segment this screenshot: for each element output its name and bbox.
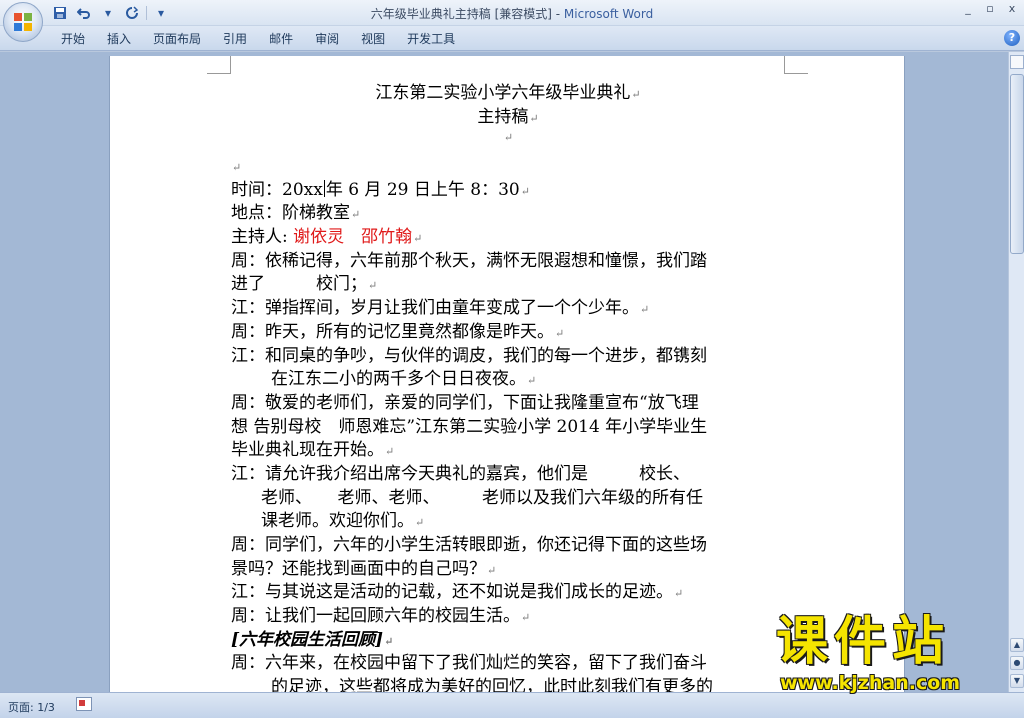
text-line: 周：同学们，六年的小学生活转眼即逝，你还记得下面的这些场 [231,535,707,555]
window-title: 六年级毕业典礼主持稿 [兼容模式] - Microsoft Word [0,5,1024,22]
document-workspace: 江东第二实验小学六年级毕业典礼↵ 主持稿↵ ↵ ↵ 时间：20xx 年 6 月 2… [0,52,1008,692]
text-line: 想 告别母校 师恩难忘”江东第二实验小学 2014 年小学毕业生 [231,416,708,437]
tab-references[interactable]: 引用 [212,31,258,49]
paragraph-mark: ↵ [503,131,514,144]
text-cursor [323,179,325,197]
tab-page-layout[interactable]: 页面布局 [142,31,212,49]
text-line: 周：依稀记得，六年前那个秋天，满怀无限遐想和憧憬，我们踏 [231,250,707,271]
crop-mark-top-left [207,56,231,74]
office-logo-icon [14,13,32,31]
place-line: 地点：阶梯教室↵ [231,203,361,224]
text-line: 老师、 老师、老师、 老师以及我们六年级的所有任 [261,487,703,508]
status-bar: 页面: 1/3 [0,692,1024,718]
text-line: 周：让我们一起回顾六年的校园生活。↵ [231,606,531,627]
tab-review[interactable]: 审阅 [304,31,350,49]
paragraph-mark: ↵ [631,88,641,101]
document-body[interactable]: ↵ 时间：20xx 年 6 月 29 日上午 8：30↵ 地点：阶梯教室↵ 主持人… [231,155,793,692]
crop-mark-top-right [784,56,808,74]
app-name: Microsoft Word [563,7,654,21]
document-title-line1: 江东第二实验小学六年级毕业典礼↵ [375,83,641,103]
office-button[interactable] [3,2,43,42]
ruler-toggle-icon[interactable] [1010,55,1024,69]
text-line: 课老师。欢迎你们。↵ [261,511,425,532]
text-line: 在江东二小的两千多个日日夜夜。↵ [271,369,537,390]
text-line: 周：昨天，所有的记忆里竟然都像是昨天。↵ [231,321,565,342]
window-controls: _ ▫ x [960,2,1020,15]
text-line: 周：敬爱的老师们，亲爱的同学们，下面让我隆重宣布“放飞理 [231,392,699,413]
document-title-line2: 主持稿↵ [477,107,539,127]
page-count[interactable]: 页面: 1/3 [8,699,55,715]
empty-line: ↵ [232,161,242,174]
text-line: 景吗？还能找到画面中的自己吗？↵ [231,558,497,579]
minimize-button[interactable]: _ [960,2,976,15]
help-icon[interactable]: ? [1004,30,1020,46]
time-line: 时间：20xx 年 6 月 29 日上午 8：30↵ [231,179,530,200]
tab-view[interactable]: 视图 [350,31,396,49]
text-line: 江：与其说这是活动的记载，还不如说是我们成长的足迹。↵ [231,582,684,603]
text-line: 江：弹指挥间，岁月让我们由童年变成了一个个少年。↵ [231,298,650,319]
host-names: 谢依灵 邵竹翰 [293,227,413,248]
vertical-scrollbar[interactable]: ▲ ● ▼ [1008,52,1024,692]
empty-paragraph: ↵ [110,126,906,146]
section-heading: [六年校园生活回顾]↵ [231,629,394,650]
tab-insert[interactable]: 插入 [96,31,142,49]
ribbon-tabs: 开始 插入 页面布局 引用 邮件 审阅 视图 开发工具 [50,31,466,49]
scrollbar-thumb[interactable] [1010,74,1024,254]
text-line: 进了 校门；↵ [231,274,378,295]
host-line: 主持人: 谢依灵 邵竹翰↵ [231,227,423,248]
tab-mailings[interactable]: 邮件 [258,31,304,49]
title-bar: ▾ ▾ 六年级毕业典礼主持稿 [兼容模式] - Microsoft Word _… [0,0,1024,26]
restore-button[interactable]: ▫ [982,2,998,15]
watermark-title: 课件站 [776,612,951,672]
watermark-url: www.kjzhan.com [780,672,961,694]
text-line: 江：请允许我介绍出席今天典礼的嘉宾，他们是 校长、 [231,463,690,484]
text-line: 毕业典礼现在开始。↵ [231,440,395,461]
text-line: 的足迹，这些都将成为美好的回忆，此时此刻我们有更多的 [271,677,713,692]
tab-developer[interactable]: 开发工具 [396,31,466,49]
document-page[interactable]: 江东第二实验小学六年级毕业典礼↵ 主持稿↵ ↵ ↵ 时间：20xx 年 6 月 2… [109,56,905,692]
text-line: 江：和同桌的争吵，与伙伴的调皮，我们的每一个进步，都镌刻 [231,345,707,366]
proofing-status-icon[interactable] [76,697,92,711]
close-button[interactable]: x [1004,2,1020,15]
tab-home[interactable]: 开始 [50,31,96,49]
paragraph-mark: ↵ [529,112,539,125]
site-watermark: 课件站 www.kjzhan.com [776,612,1021,694]
document-title: 六年级毕业典礼主持稿 [兼容模式] - [370,7,564,21]
ribbon-tab-bar: 开始 插入 页面布局 引用 邮件 审阅 视图 开发工具 ? [0,26,1024,51]
text-line: 周：六年来，在校园中留下了我们灿烂的笑容，留下了我们奋斗 [231,653,707,674]
